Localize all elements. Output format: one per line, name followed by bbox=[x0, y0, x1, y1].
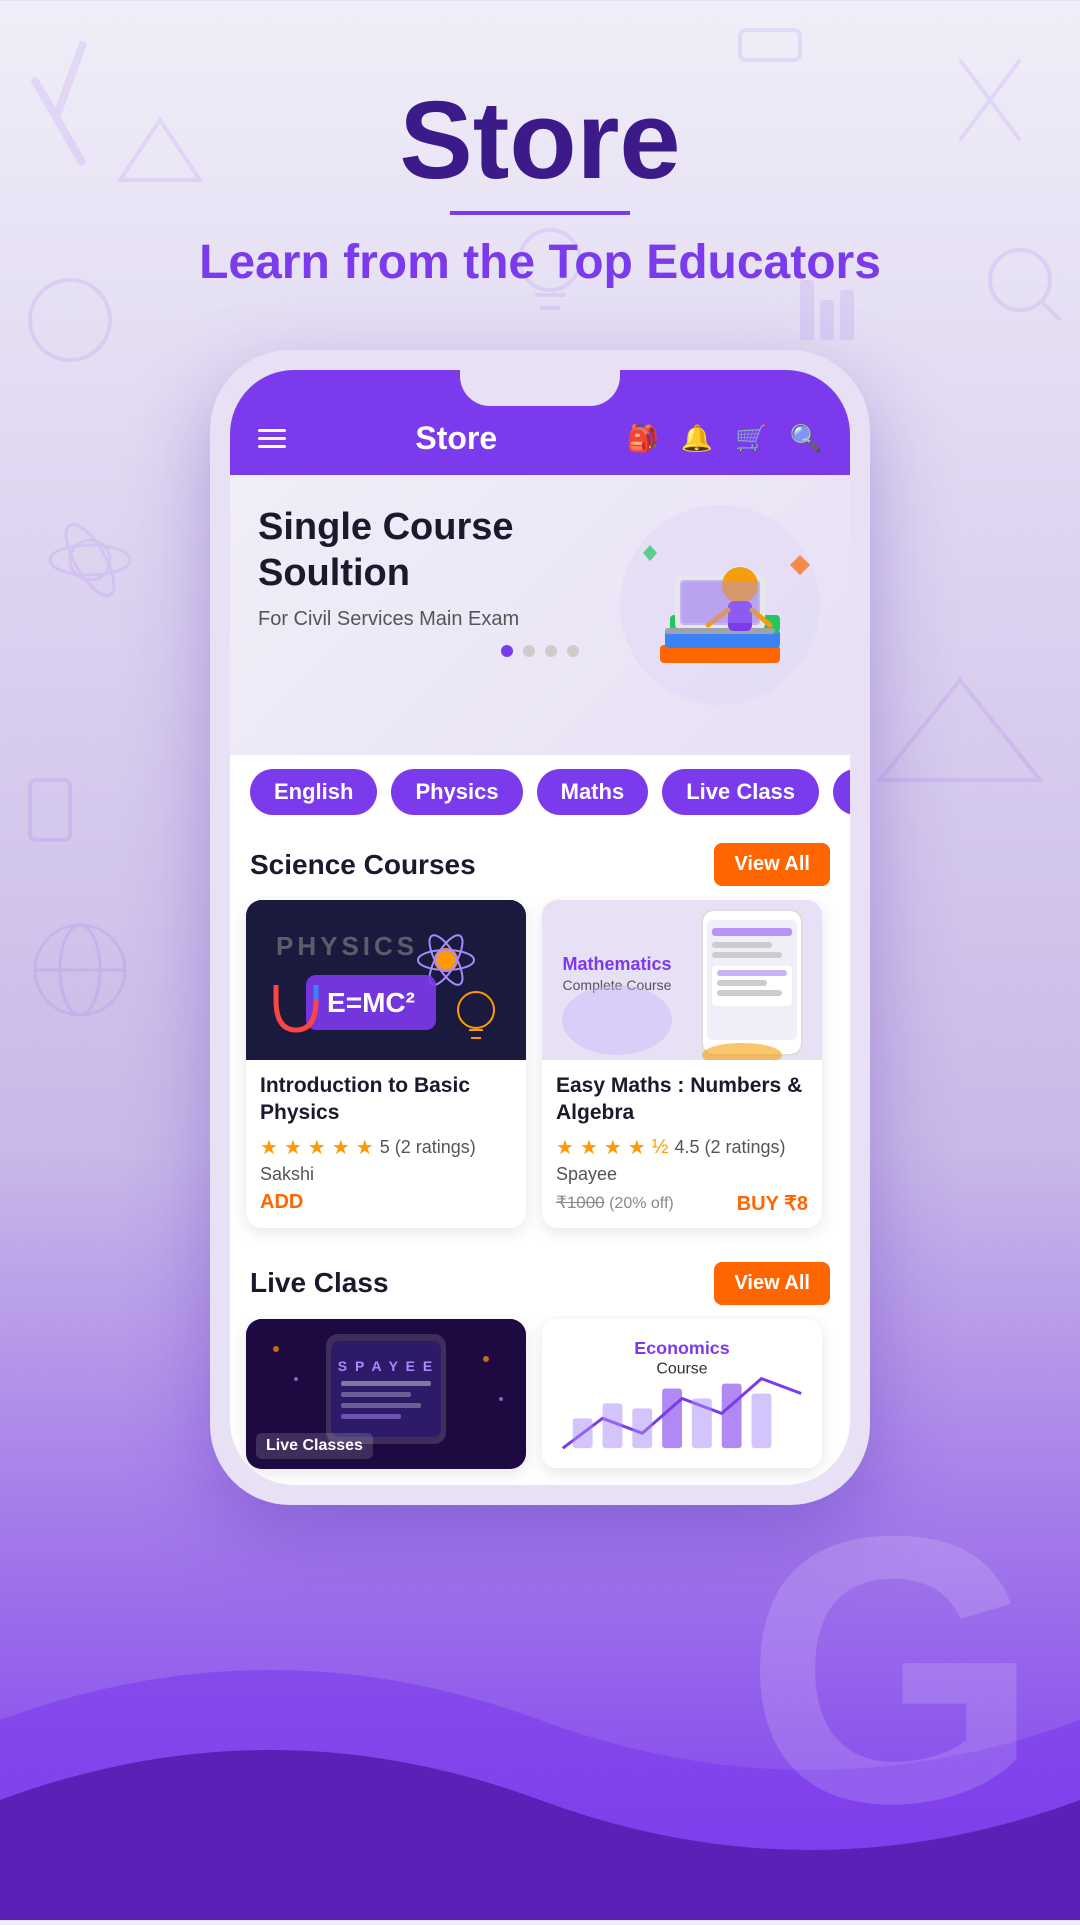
svg-text:S P A Y E E: S P A Y E E bbox=[338, 1358, 434, 1374]
page-title: Store bbox=[0, 80, 1080, 201]
search-icon[interactable]: 🔍 bbox=[790, 423, 822, 454]
live-class-card-2: Economics Course bbox=[542, 1319, 822, 1469]
header-subtitle: Learn from the Top Educators bbox=[0, 235, 1080, 290]
star-3: ★ bbox=[308, 1135, 326, 1160]
star-2: ★ bbox=[284, 1135, 302, 1160]
chips-row: English Physics Maths Live Class Econom.… bbox=[230, 755, 850, 829]
physics-rating-text: 5 (2 ratings) bbox=[380, 1137, 476, 1158]
app-content: Store 🎒 🔔 🛒 🔍 Single Course Soultion For… bbox=[230, 370, 850, 1485]
phone-inner: Store 🎒 🔔 🛒 🔍 Single Course Soultion For… bbox=[230, 370, 850, 1485]
svg-text:Economics: Economics bbox=[634, 1337, 729, 1357]
svg-text:Mathematics: Mathematics bbox=[562, 954, 671, 974]
live-card-2-image: Economics Course bbox=[542, 1319, 822, 1469]
briefcase-icon[interactable]: 🎒 bbox=[626, 423, 658, 454]
title-divider bbox=[450, 211, 630, 215]
science-section-header: Science Courses View All bbox=[230, 829, 850, 896]
science-view-all-button[interactable]: View All bbox=[714, 843, 830, 886]
maths-course-card: Mathematics Complete Course Easy Maths :… bbox=[542, 900, 822, 1228]
hero-title: Single Course Soultion bbox=[258, 505, 568, 596]
maths-discount: (20% off) bbox=[609, 1195, 674, 1212]
hamburger-menu[interactable] bbox=[258, 429, 286, 448]
bell-icon[interactable]: 🔔 bbox=[681, 423, 713, 454]
chip-economics[interactable]: Econom... bbox=[833, 769, 850, 815]
star-3: ★ bbox=[604, 1135, 622, 1160]
chip-physics[interactable]: Physics bbox=[391, 769, 522, 815]
maths-price-row: ₹1000 (20% off) BUY ₹8 bbox=[556, 1191, 808, 1216]
cart-icon[interactable]: 🛒 bbox=[735, 423, 767, 454]
maths-card-title: Easy Maths : Numbers & Algebra bbox=[556, 1072, 808, 1127]
hero-subtitle: For Civil Services Main Exam bbox=[258, 608, 568, 631]
hero-banner: Single Course Soultion For Civil Service… bbox=[230, 475, 850, 755]
live-card-1-image: S P A Y E E bbox=[246, 1319, 526, 1469]
nav-title: Store bbox=[415, 420, 497, 457]
maths-author: Spayee bbox=[556, 1164, 808, 1185]
science-cards-row: PHYSICS bbox=[230, 896, 850, 1244]
maths-stars-row: ★ ★ ★ ★ ½ 4.5 (2 ratings) bbox=[556, 1135, 808, 1160]
hero-illustration bbox=[600, 485, 840, 725]
phone-outer: Store 🎒 🔔 🛒 🔍 Single Course Soultion For… bbox=[210, 350, 870, 1505]
science-section-title: Science Courses bbox=[250, 849, 476, 881]
nav-icons: 🎒 🔔 🛒 🔍 bbox=[626, 423, 822, 454]
dot-3[interactable] bbox=[545, 645, 557, 657]
phone-notch bbox=[460, 370, 620, 406]
physics-stars-row: ★ ★ ★ ★ ★ 5 (2 ratings) bbox=[260, 1135, 512, 1160]
physics-card-title: Introduction to Basic Physics bbox=[260, 1072, 512, 1127]
live-section-header: Live Class View All bbox=[230, 1248, 850, 1315]
svg-text:E=MC²: E=MC² bbox=[327, 987, 415, 1018]
maths-card-body: Easy Maths : Numbers & Algebra ★ ★ ★ ★ ½… bbox=[542, 1060, 822, 1228]
maths-card-image: Mathematics Complete Course bbox=[542, 900, 822, 1060]
header-section: Store Learn from the Top Educators bbox=[0, 0, 1080, 330]
physics-card-image: PHYSICS bbox=[246, 900, 526, 1060]
maths-rating-text: 4.5 (2 ratings) bbox=[674, 1137, 785, 1158]
physics-course-card: PHYSICS bbox=[246, 900, 526, 1228]
live-section-title: Live Class bbox=[250, 1267, 389, 1299]
hero-text-block: Single Course Soultion For Civil Service… bbox=[258, 505, 568, 631]
star-4: ★ bbox=[628, 1135, 646, 1160]
live-view-all-button[interactable]: View All bbox=[714, 1262, 830, 1305]
chip-maths[interactable]: Maths bbox=[537, 769, 649, 815]
maths-price-info: ₹1000 (20% off) bbox=[556, 1193, 674, 1213]
maths-old-price: ₹1000 bbox=[556, 1193, 605, 1212]
star-4: ★ bbox=[332, 1135, 350, 1160]
physics-card-body: Introduction to Basic Physics ★ ★ ★ ★ ★ … bbox=[246, 1060, 526, 1226]
phone-wrapper: Store 🎒 🔔 🛒 🔍 Single Course Soultion For… bbox=[0, 350, 1080, 1505]
live-class-card-1: S P A Y E E bbox=[246, 1319, 526, 1469]
dot-4[interactable] bbox=[567, 645, 579, 657]
star-1: ★ bbox=[556, 1135, 574, 1160]
watermark-g: G bbox=[744, 1480, 1040, 1860]
star-5: ★ bbox=[356, 1135, 374, 1160]
physics-price-row: ADD bbox=[260, 1191, 512, 1214]
chip-english[interactable]: English bbox=[250, 769, 377, 815]
svg-text:Course: Course bbox=[656, 1360, 707, 1377]
star-5-half: ½ bbox=[652, 1136, 669, 1159]
dot-2[interactable] bbox=[523, 645, 535, 657]
dot-1[interactable] bbox=[501, 645, 513, 657]
chip-live-class[interactable]: Live Class bbox=[662, 769, 819, 815]
physics-add-button[interactable]: ADD bbox=[260, 1191, 303, 1214]
live-label: Live Classes bbox=[256, 1433, 373, 1459]
star-1: ★ bbox=[260, 1135, 278, 1160]
svg-text:PHYSICS: PHYSICS bbox=[276, 931, 418, 961]
physics-author: Sakshi bbox=[260, 1164, 512, 1185]
live-section: Live Class View All bbox=[230, 1244, 850, 1485]
maths-buy-button[interactable]: BUY ₹8 bbox=[737, 1191, 808, 1216]
star-2: ★ bbox=[580, 1135, 598, 1160]
